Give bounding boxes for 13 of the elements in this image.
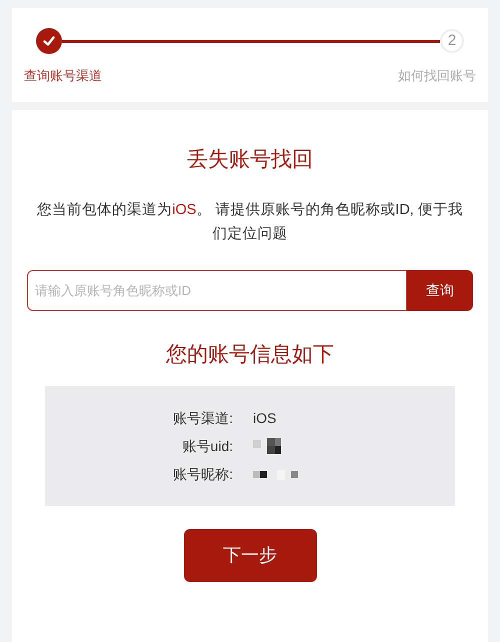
- info-heading: 您的账号信息如下: [166, 342, 334, 368]
- next-button[interactable]: 下一步: [184, 529, 316, 582]
- info-label: 账号渠道:: [172, 408, 233, 428]
- info-label: 账号昵称:: [172, 464, 233, 484]
- page-title: 丢失账号找回: [187, 147, 313, 173]
- description-text: 您当前包体的渠道为iOS。 请提供原账号的角色昵称或ID, 便于我们定位问题: [36, 200, 464, 244]
- search-field[interactable]: 请输入原账号角色昵称或ID: [27, 270, 407, 310]
- search-button[interactable]: 查询: [407, 270, 473, 310]
- info-label: 账号uid:: [181, 436, 233, 456]
- step-label: 查询账号渠道: [24, 67, 102, 85]
- step-label: 如何找回账号: [398, 67, 476, 85]
- step-number: 2: [440, 29, 464, 53]
- info-value: iOS: [253, 408, 276, 428]
